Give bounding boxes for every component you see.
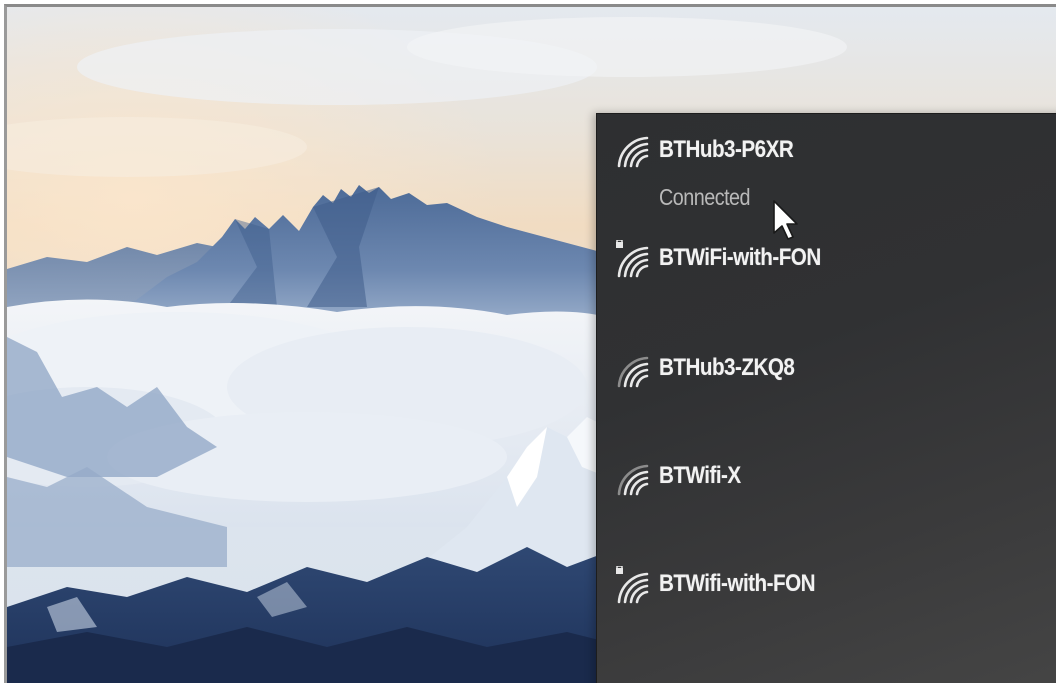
network-name: BTHub3-ZKQ8 <box>659 354 795 381</box>
network-item-bthub3-zkq8[interactable]: BTHub3-ZKQ8 <box>597 340 1056 436</box>
network-item-btwifi-with-fon[interactable]: BTWiFi-with-FON <box>597 230 1056 326</box>
connection-status: Connected <box>659 184 751 210</box>
network-name: BTWiFi-with-FON <box>659 244 821 271</box>
network-name: BTHub3-P6XR <box>659 136 794 163</box>
wifi-signal-icon <box>617 464 649 496</box>
network-name: BTWifi-X <box>659 462 741 489</box>
screenshot-frame: BTHub3-P6XR Connected BTWiFi-with-FON BT… <box>4 4 1056 683</box>
wifi-network-list: BTHub3-P6XR Connected BTWiFi-with-FON BT… <box>596 113 1056 683</box>
wifi-signal-icon <box>617 356 649 388</box>
network-name: BTWifi-with-FON <box>659 570 816 597</box>
wifi-secured-signal-icon <box>616 240 649 278</box>
wifi-secured-signal-icon <box>616 566 649 604</box>
network-item-bthub3-p6xr[interactable]: BTHub3-P6XR Connected <box>597 122 1056 218</box>
wifi-signal-icon <box>617 136 649 168</box>
network-item-btwifi-with-fon-2[interactable]: BTWifi-with-FON <box>597 556 1056 652</box>
network-item-btwifi-x[interactable]: BTWifi-X <box>597 448 1056 544</box>
